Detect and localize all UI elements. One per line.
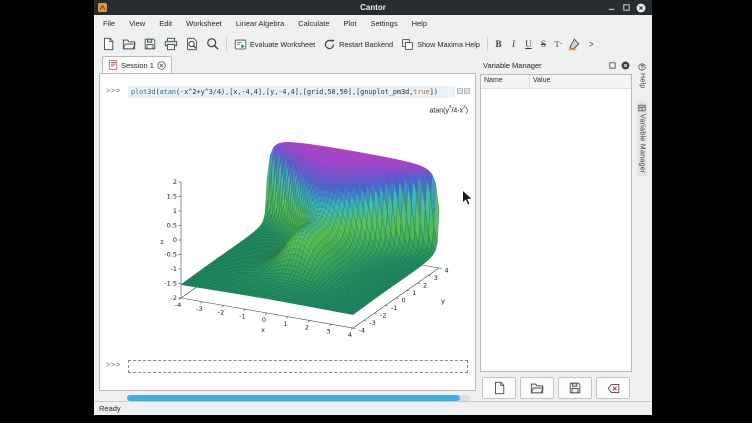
show-maxima-help-button[interactable]: Show Maxima Help: [397, 36, 484, 53]
worksheet[interactable]: >>> plot3d(atan(-x^2+y^3/4),[x,-4,4],[y,…: [99, 73, 476, 391]
plot-title: atan(y3/4-x2): [429, 105, 468, 114]
evaluate-worksheet-button-label: Evaluate Worksheet: [250, 40, 315, 49]
toolbar-separator: [487, 37, 488, 51]
open-icon[interactable]: [118, 35, 139, 54]
worksheet-area: Session 1 >>> plot3d(atan(-x^2+y^3/4),[x…: [99, 56, 476, 401]
maximize-button[interactable]: [621, 3, 631, 13]
panel-title: Variable Manager: [483, 61, 604, 70]
print-icon[interactable]: [160, 35, 181, 54]
entry-option-icons[interactable]: [455, 86, 471, 94]
menu-file[interactable]: File: [96, 17, 122, 30]
titlebar[interactable]: Cantor: [94, 0, 652, 15]
plot-title-text: ): [466, 108, 468, 115]
italic-button[interactable]: I: [506, 36, 521, 52]
print-preview-icon[interactable]: [181, 35, 202, 54]
prompt: >>>: [106, 360, 128, 369]
new-worksheet-icon[interactable]: [97, 35, 118, 54]
side-tab-label: Variable Manager: [639, 114, 646, 174]
plot-title-text: atan(y: [429, 108, 448, 115]
window-title: Cantor: [94, 3, 652, 12]
cantor-window: Cantor FileViewEditWorksheetLinear Algeb…: [94, 0, 652, 415]
status-text: Ready: [99, 404, 121, 413]
variable-manager-panel: Variable Manager Name Value: [480, 56, 632, 401]
plot-title-sup: 2: [463, 104, 466, 109]
code-token: true: [413, 88, 429, 96]
menu-worksheet[interactable]: Worksheet: [179, 17, 229, 30]
close-panel-icon[interactable]: [621, 61, 630, 70]
tab-session-1[interactable]: Session 1: [102, 56, 172, 73]
menu-plot[interactable]: Plot: [337, 17, 364, 30]
worksheet-icon: [108, 60, 118, 70]
screenshot-background: Cantor FileViewEditWorksheetLinear Algeb…: [0, 0, 752, 423]
find-icon[interactable]: [202, 35, 223, 54]
menu-calculate[interactable]: Calculate: [291, 17, 336, 30]
underline-button[interactable]: U: [521, 36, 536, 52]
toolbar-overflow-chevron[interactable]: >: [589, 40, 594, 49]
toolbar-separator: [226, 37, 227, 51]
variables-table: Name Value: [480, 74, 632, 372]
menu-view[interactable]: View: [122, 17, 152, 30]
status-bar: Ready: [94, 401, 652, 415]
bold-button[interactable]: B: [491, 36, 506, 52]
entry-grid-icon[interactable]: [457, 88, 463, 94]
new-document-button[interactable]: [482, 377, 516, 399]
entry-grid-icon[interactable]: [464, 88, 470, 94]
menu-linear-algebra[interactable]: Linear Algebra: [229, 17, 291, 30]
minimize-button[interactable]: [606, 3, 616, 13]
tab-close-icon[interactable]: [157, 61, 166, 70]
save-variables-button[interactable]: [558, 377, 592, 399]
side-tab-variable-manager[interactable]: Variable Manager: [637, 101, 647, 177]
column-value[interactable]: Value: [530, 75, 631, 88]
menu-settings[interactable]: Settings: [363, 17, 404, 30]
prompt: >>>: [106, 86, 128, 95]
mouse-cursor: [461, 189, 473, 207]
menu-edit[interactable]: Edit: [152, 17, 179, 30]
close-button[interactable]: [636, 3, 646, 13]
evaluate-worksheet-button[interactable]: Evaluate Worksheet: [230, 36, 319, 53]
float-panel-icon[interactable]: [608, 61, 617, 70]
empty-command-entry: >>>: [100, 360, 475, 373]
panel-buttons: [480, 375, 632, 401]
code-token: atan: [160, 88, 176, 96]
toolbar: Evaluate Worksheet Restart Backend Show Ma…: [94, 32, 652, 56]
restart-backend-button[interactable]: Restart Backend: [319, 36, 397, 53]
command-entry: >>> plot3d(atan(-x^2+y^3/4),[x,-4,4],[y,…: [100, 86, 475, 98]
side-tab-label: Help: [639, 73, 646, 89]
highlight-button[interactable]: [566, 36, 581, 52]
side-tab-help[interactable]: Help: [637, 60, 647, 92]
main-content: Session 1 >>> plot3d(atan(-x^2+y^3/4),[x…: [94, 56, 652, 401]
column-name[interactable]: Name: [481, 75, 530, 88]
plot-title-text: /4-x: [451, 108, 463, 115]
command-input[interactable]: plot3d(atan(-x^2+y^3/4),[x,-4,4],[y,-4,4…: [128, 86, 455, 98]
show-maxima-help-button-label: Show Maxima Help: [417, 40, 480, 49]
font-size-button[interactable]: T+: [551, 36, 566, 52]
strikethrough-button[interactable]: S: [536, 36, 551, 52]
save-icon[interactable]: [139, 35, 160, 54]
empty-command-input[interactable]: [128, 360, 468, 373]
plot-canvas: [154, 100, 474, 350]
table-body[interactable]: [481, 89, 631, 371]
table-header: Name Value: [481, 75, 631, 89]
code-token: (-x^2+y^3/4),[x,-4,4],[y,-4,4],[grid,50,…: [176, 88, 413, 96]
code-token: ]): [430, 88, 438, 96]
panel-header: Variable Manager: [480, 58, 632, 73]
plot-output: atan(y3/4-x2): [154, 100, 474, 350]
menu-help[interactable]: Help: [405, 17, 434, 30]
cantor-app-icon: [98, 3, 107, 12]
restart-backend-button-label: Restart Backend: [339, 40, 393, 49]
tab-bar: Session 1: [99, 56, 476, 73]
tab-label: Session 1: [121, 61, 154, 70]
menubar: FileViewEditWorksheetLinear AlgebraCalcu…: [94, 15, 652, 32]
load-variables-button[interactable]: [520, 377, 554, 399]
clear-variables-button[interactable]: [596, 377, 630, 399]
code-token: plot3d: [131, 88, 156, 96]
side-tab-strip: Help Variable Manager: [634, 56, 650, 401]
